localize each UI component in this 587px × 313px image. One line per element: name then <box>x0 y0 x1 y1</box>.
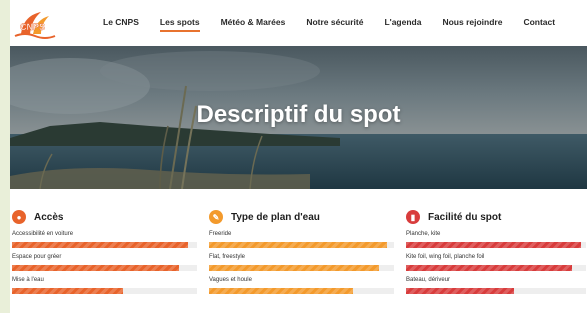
rating-fill <box>12 288 123 294</box>
rating-row: Mise à l'eau <box>12 276 197 294</box>
content-spacer <box>10 189 587 209</box>
rating-row: Freeride <box>209 230 394 248</box>
section-acces: ● Accès Accessibilité en voiture Espace … <box>12 209 197 294</box>
nav-item-meteo-marees[interactable]: Météo & Marées <box>221 17 286 27</box>
rating-label: Kite foil, wing foil, planche foil <box>406 254 485 260</box>
logo-text: CNPS <box>20 22 45 32</box>
rating-row: Bateau, dériveur <box>406 276 586 294</box>
rating-track <box>406 265 586 271</box>
section-facilite-spot: ▮ Facilité du spot Planche, kite Kite fo… <box>406 209 586 294</box>
rating-fill <box>406 265 572 271</box>
rating-fill <box>406 242 581 248</box>
rating-track <box>209 242 394 248</box>
rating-fill <box>12 242 188 248</box>
pencil-wave-icon: ✎ <box>209 210 223 224</box>
rating-row: Vagues et houle <box>209 276 394 294</box>
section-title-text: Type de plan d'eau <box>231 211 320 223</box>
rating-row: Accessibilité en voiture <box>12 230 197 248</box>
main-menu: Le CNPS Les spots Météo & Marées Notre s… <box>103 17 576 32</box>
rating-label: Bateau, dériveur <box>406 277 451 283</box>
rating-fill <box>209 288 354 294</box>
rating-row: Planche, kite <box>406 230 586 248</box>
location-pin-icon: ● <box>12 210 26 224</box>
nav-item-les-spots[interactable]: Les spots <box>159 17 200 32</box>
hero-title: Descriptif du spot <box>196 101 401 128</box>
nav-item-agenda[interactable]: L'agenda <box>384 17 421 27</box>
section-title-text: Accès <box>34 211 64 223</box>
hero-banner: Descriptif du spot <box>10 46 587 189</box>
rating-track <box>12 288 197 294</box>
rating-label: Vagues et houle <box>209 277 252 283</box>
rating-fill <box>209 242 387 248</box>
rating-track <box>12 242 197 248</box>
rating-row: Kite foil, wing foil, planche foil <box>406 253 586 271</box>
page: CNPS Le CNPS Les spots Météo & Marées No… <box>0 0 587 313</box>
rating-fill <box>406 288 514 294</box>
section-type-plan-eau: ✎ Type de plan d'eau Freeride Flat, free… <box>209 209 394 294</box>
section-title-acces: ● Accès <box>12 209 197 225</box>
nav-item-nous-rejoindre[interactable]: Nous rejoindre <box>442 17 502 27</box>
rating-track <box>12 265 197 271</box>
rating-fill <box>12 265 179 271</box>
nav-item-notre-securite[interactable]: Notre sécurité <box>306 17 363 27</box>
section-title-text: Facilité du spot <box>428 211 502 223</box>
rating-label: Accessibilité en voiture <box>12 231 74 237</box>
rating-label: Espace pour gréer <box>12 254 62 260</box>
rating-row: Flat, freestyle <box>209 253 394 271</box>
cnps-logo[interactable]: CNPS <box>13 8 59 40</box>
rating-row: Espace pour gréer <box>12 253 197 271</box>
rating-fill <box>209 265 380 271</box>
rating-label: Planche, kite <box>406 231 441 237</box>
signal-bars-icon: ▮ <box>406 210 420 224</box>
top-navigation: CNPS Le CNPS Les spots Météo & Marées No… <box>10 0 587 46</box>
rating-track <box>406 288 586 294</box>
rating-track <box>209 288 394 294</box>
rating-label: Mise à l'eau <box>12 277 44 283</box>
rating-label: Flat, freestyle <box>209 254 246 260</box>
nav-item-contact[interactable]: Contact <box>523 17 555 27</box>
logo-graphic: CNPS <box>14 12 56 39</box>
rating-track <box>406 242 586 248</box>
section-title-facilite-spot: ▮ Facilité du spot <box>406 209 586 225</box>
rating-track <box>209 265 394 271</box>
section-title-type-plan-eau: ✎ Type de plan d'eau <box>209 209 394 225</box>
rating-label: Freeride <box>209 231 232 237</box>
nav-item-le-cnps[interactable]: Le CNPS <box>103 17 139 27</box>
